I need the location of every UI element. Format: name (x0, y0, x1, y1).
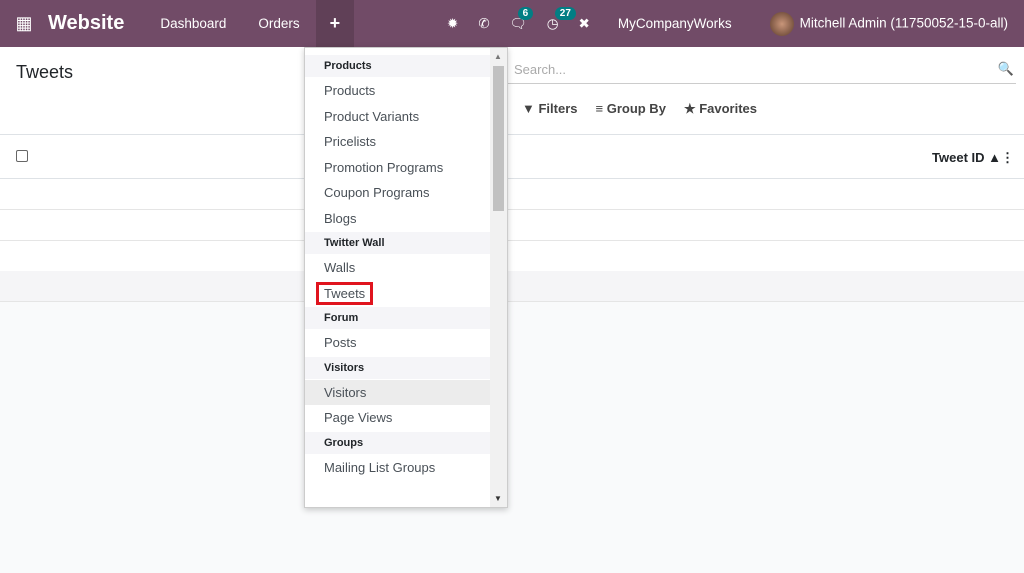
dropdown-item-label: Pricelists (324, 134, 377, 149)
dropdown-item-label: Page Views (324, 410, 393, 425)
dropdown-item-tweets[interactable]: Tweets (305, 281, 491, 307)
dropdown-section-header: Forum (305, 307, 491, 329)
dropdown-item-label: Promotion Programs (324, 159, 444, 175)
menu-dashboard[interactable]: Dashboard (144, 0, 242, 47)
dropdown-item-label: Tweets (315, 281, 374, 305)
search-icon[interactable]: 🔍 (998, 61, 1014, 77)
group-by-button[interactable]: ≡ Group By (596, 101, 666, 117)
favorites-label: Favorites (699, 101, 758, 116)
dropdown-item-products[interactable]: Products (305, 78, 491, 104)
dropdown-item-walls[interactable]: Walls (305, 255, 491, 281)
list-header: Tweet ID ▲⋮ (0, 135, 1024, 179)
plus-dropdown-menu: Products Products Product Variants Pricelis… (304, 47, 508, 508)
dropdown-item-label: Products (324, 83, 376, 98)
phone-icon[interactable]: ✆ (478, 16, 489, 32)
filters-button[interactable]: ▼ Filters (522, 101, 578, 117)
page-title: Tweets (16, 62, 74, 82)
favorites-button[interactable]: ★ Favorites (684, 101, 757, 117)
chat-icon[interactable]: 🗨 6 (510, 6, 534, 32)
dropdown-item-page-views[interactable]: Page Views (305, 405, 491, 431)
column-tweet-id[interactable]: Tweet ID ▲⋮ (932, 150, 1014, 166)
dropdown-item-label: Blogs (324, 210, 357, 226)
dropdown-item-label: Walls (324, 260, 356, 275)
dropdown-item-label: Coupon Programs (324, 185, 430, 200)
group-by-label: Group By (606, 101, 666, 116)
app-brand[interactable]: Website (48, 12, 124, 35)
tools-icon[interactable]: ✖ (579, 16, 590, 32)
table-row (0, 241, 1024, 272)
activity-icon[interactable]: ◷ 27 (547, 6, 576, 32)
table-row (0, 210, 1024, 241)
dropdown-item-pricelists[interactable]: Pricelists (305, 129, 491, 155)
dropdown-item-label: Visitors (324, 384, 367, 400)
dropdown-item-label: Mailing List Groups (324, 459, 436, 475)
dropdown-section-header: Visitors (305, 356, 491, 379)
apps-menu-icon[interactable]: ▦ (0, 13, 48, 34)
dropdown-item-blogs[interactable]: Blogs (305, 206, 491, 232)
select-all-checkbox[interactable] (16, 150, 28, 162)
column-label: Tweet ID (932, 150, 985, 165)
bug-icon[interactable]: ✹ (447, 16, 458, 32)
user-name: Mitchell Admin (11750052-15-0-all) (799, 15, 1008, 31)
table-row (0, 179, 1024, 210)
chat-badge: 6 (517, 6, 534, 20)
dropdown-item-promotion-programs[interactable]: Promotion Programs (305, 155, 491, 181)
table-row (0, 271, 1024, 302)
dropdown-section-header: Twitter Wall (305, 232, 491, 254)
dropdown-scrollbar[interactable]: ▲ ▼ (490, 48, 507, 507)
dropdown-item-mailing-list-groups[interactable]: Mailing List Groups (305, 455, 491, 481)
control-panel: Tweets Search... 🔍 ▼ Filters ≡ Group By ★… (0, 47, 1024, 135)
scroll-down-icon[interactable]: ▼ (494, 494, 502, 503)
dropdown-item-label: Posts (324, 335, 357, 350)
user-menu[interactable]: Mitchell Admin (11750052-15-0-all) (769, 11, 1008, 36)
dropdown-section-header: Products (305, 55, 491, 77)
avatar (769, 11, 794, 36)
activity-badge: 27 (554, 6, 576, 20)
filters-label: Filters (538, 101, 578, 116)
menu-orders[interactable]: Orders (242, 0, 315, 47)
dropdown-section-header: Groups (305, 431, 491, 454)
company-switcher[interactable]: MyCompanyWorks (618, 16, 732, 31)
menu-plus[interactable]: + (315, 0, 355, 47)
dropdown-item-visitors[interactable]: Visitors (305, 379, 491, 405)
scroll-thumb[interactable] (493, 66, 504, 211)
navbar: ▦ Website Dashboard Orders + ✹ ✆ 🗨 6 ◷ 27 … (0, 0, 1024, 47)
search-placeholder: Search... (514, 62, 567, 77)
scroll-up-icon[interactable]: ▲ (494, 52, 502, 61)
dropdown-item-posts[interactable]: Posts (305, 330, 491, 356)
dropdown-item-label: Product Variants (324, 108, 420, 124)
dropdown-item-coupon-programs[interactable]: Coupon Programs (305, 180, 491, 206)
dropdown-item-product-variants[interactable]: Product Variants (305, 104, 491, 130)
search-input[interactable]: Search... 🔍 (508, 59, 1016, 84)
